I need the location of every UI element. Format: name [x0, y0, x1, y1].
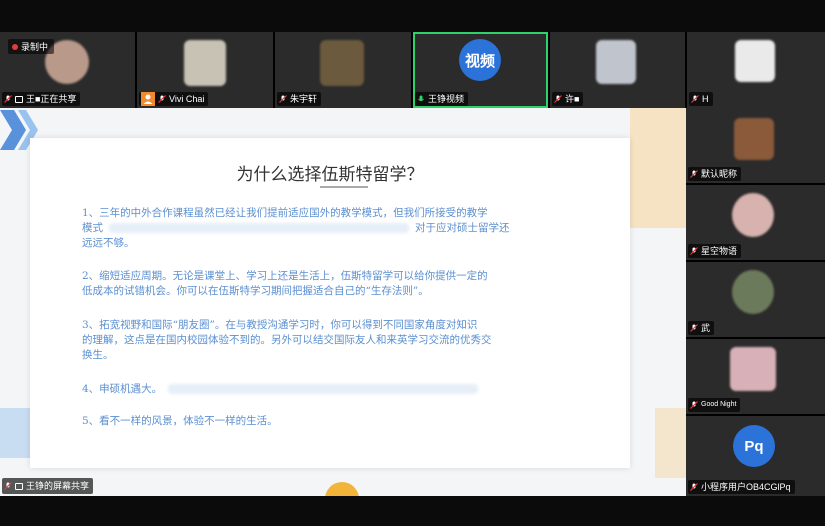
- participant-name-bar: 王铮视频: [415, 92, 469, 106]
- slide-paragraph: 3、拓宽视野和国际“朋友圈”。在与教授沟通学习时，你可以得到不同国家角度对知识 …: [82, 318, 602, 363]
- decorative-block: [655, 408, 686, 478]
- mic-muted-icon: [690, 483, 698, 491]
- participant-video: [596, 40, 636, 84]
- screen-share-icon: [15, 482, 23, 490]
- paragraph-line: 1、三年的中外合作课程虽然已经让我们提前适应国外的教学模式，但我们所接受的教学: [82, 207, 488, 219]
- participant-tile[interactable]: 录制中 王■正在共享: [0, 32, 135, 108]
- paragraph-line: 3、拓宽视野和国际“朋友圈”。在与教授沟通学习时，你可以得到不同国家角度对知识: [82, 319, 478, 331]
- bottom-bar: [0, 496, 825, 526]
- participant-video: [735, 40, 775, 82]
- participant-name: Vivi Chai: [169, 94, 205, 104]
- paragraph-line: 5、看不一样的风景，体验不一样的生活。: [82, 415, 278, 427]
- participant-name: H: [702, 94, 709, 104]
- decorative-block: [630, 108, 686, 228]
- participant-name: 武: [701, 323, 711, 333]
- participant-video: [732, 193, 774, 237]
- participant-name: 王■正在共享: [26, 94, 77, 104]
- participant-tile[interactable]: 星空物语: [686, 185, 825, 260]
- paragraph-line: 的理解，这点是在国内校园体验不到的。另外可以结交国际友人和来英学习交流的优秀交: [82, 334, 492, 346]
- recording-label: 录制中: [21, 42, 49, 52]
- participant-name-bar: 王■正在共享: [2, 92, 81, 106]
- participant-tile[interactable]: Pq 小程序用户OB4CGlPq: [686, 416, 825, 496]
- participant-name-bar: 朱宇轩: [277, 92, 322, 106]
- mic-muted-icon: [4, 95, 12, 103]
- mic-muted-icon: [554, 95, 562, 103]
- participant-video: [734, 118, 774, 160]
- mic-muted-icon: [690, 324, 698, 332]
- decorative-block: [0, 408, 30, 458]
- participant-video: [732, 270, 774, 314]
- mic-muted-icon: [4, 482, 12, 490]
- paragraph-line: 模式 对于应对硕士留学还: [82, 222, 510, 234]
- participant-name: 小程序用户OB4CGlPq: [701, 482, 791, 492]
- participant-name-bar: Vivi Chai: [139, 92, 209, 106]
- decorative-circle: [325, 482, 359, 496]
- user-avatar-icon: [141, 92, 155, 106]
- participant-name-bar: 默认昵称: [688, 167, 742, 181]
- participant-tile[interactable]: H: [687, 32, 825, 108]
- participant-tile[interactable]: 武: [686, 262, 825, 337]
- avatar: Pq: [733, 425, 775, 467]
- screen-share-icon: [15, 95, 23, 103]
- participant-name-bar: H: [689, 92, 713, 106]
- participant-name: 默认昵称: [701, 169, 738, 179]
- participant-tile-active[interactable]: 视频 王铮视频: [413, 32, 548, 108]
- mic-muted-icon: [691, 95, 699, 103]
- paragraph-line: 4、申硕机遇大。: [82, 382, 602, 397]
- shared-screen: 为什么选择伍斯特留学？ 1、三年的中外合作课程虽然已经让我们提前适应国外的教学模…: [0, 108, 686, 496]
- participant-name-bar: 星空物语: [688, 244, 742, 258]
- participant-name-bar: 许■: [552, 92, 584, 106]
- participant-video: [184, 40, 226, 86]
- participant-strip-top: 录制中 王■正在共享 Vivi Chai 朱宇轩 视频 王铮视频 许■ H: [0, 32, 825, 108]
- title-underline: [320, 186, 368, 188]
- slide-paragraph: 1、三年的中外合作课程虽然已经让我们提前适应国外的教学模式，但我们所接受的教学 …: [82, 206, 602, 251]
- participant-name: 星空物语: [701, 246, 738, 256]
- mic-muted-icon: [690, 401, 698, 409]
- slide-paragraph: 5、看不一样的风景，体验不一样的生活。: [82, 414, 602, 429]
- paragraph-line: 换生。: [82, 349, 114, 361]
- slide-card: 为什么选择伍斯特留学？ 1、三年的中外合作课程虽然已经让我们提前适应国外的教学模…: [30, 138, 630, 468]
- participant-name: 王铮视频: [428, 94, 465, 104]
- paragraph-line: 2、缩短适应周期。无论是课堂上、学习上还是生活上，伍斯特留学可以给你提供一定的: [82, 270, 488, 282]
- mic-active-icon: [417, 95, 425, 103]
- top-bar: [0, 0, 825, 32]
- mic-muted-icon: [279, 95, 287, 103]
- participant-tile[interactable]: 默认昵称: [686, 108, 825, 183]
- participant-video: [730, 347, 776, 391]
- participant-tile[interactable]: 朱宇轩: [275, 32, 411, 108]
- participant-name-bar: Good Night: [688, 398, 741, 412]
- participant-tile[interactable]: 许■: [550, 32, 685, 108]
- paragraph-line: 低成本的试错机会。你可以在伍斯特学习期间把握适合自己的“生存法则”。: [82, 285, 429, 297]
- screen-share-label: 王铮的屏幕共享: [2, 478, 94, 494]
- mic-muted-icon: [158, 95, 166, 103]
- redacted-text: [109, 223, 409, 233]
- participant-video: [320, 40, 364, 86]
- slide-paragraph: 4、申硕机遇大。: [82, 382, 602, 397]
- participant-name-bar: 小程序用户OB4CGlPq: [688, 480, 795, 494]
- sharer-label: 王铮的屏幕共享: [26, 481, 90, 491]
- participant-name: Good Night: [701, 401, 737, 408]
- participant-name: 朱宇轩: [290, 94, 318, 104]
- slide-paragraph: 2、缩短适应周期。无论是课堂上、学习上还是生活上，伍斯特留学可以给你提供一定的 …: [82, 269, 602, 299]
- mic-muted-icon: [690, 170, 698, 178]
- recording-indicator: 录制中: [8, 39, 55, 54]
- avatar: 视频: [459, 39, 501, 81]
- paragraph-line: 远远不够。: [82, 237, 135, 249]
- redacted-text: [168, 384, 479, 394]
- participant-tile[interactable]: Good Night: [686, 339, 825, 414]
- participant-name-bar: 武: [688, 321, 715, 335]
- mic-muted-icon: [690, 247, 698, 255]
- slide-title: 为什么选择伍斯特留学？: [236, 165, 424, 185]
- participant-name: 许■: [565, 94, 580, 104]
- participant-column-right: 默认昵称 星空物语 武 Good Night Pq 小程序用户OB4CGlPq: [686, 108, 825, 496]
- recording-dot-icon: [12, 43, 18, 50]
- participant-tile[interactable]: Vivi Chai: [137, 32, 273, 108]
